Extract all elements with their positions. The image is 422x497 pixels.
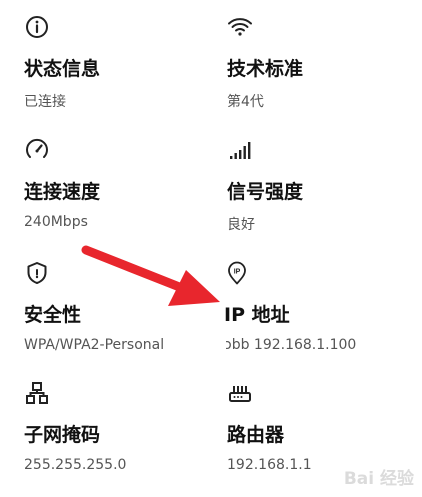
svg-text:IP: IP (234, 268, 241, 275)
status-info-value: 已连接 (24, 94, 66, 110)
security-title: 安全性 (24, 304, 82, 326)
tech-standard-title: 技术标准 (227, 58, 304, 80)
router-title: 路由器 (227, 424, 285, 446)
watermark-logo: Bai 经验 (343, 469, 414, 489)
location-pin-ip-icon: IP (224, 260, 250, 286)
signal-strength-item[interactable]: 信号强度 良好 (227, 137, 422, 253)
status-info-item[interactable]: 状态信息 已连接 (24, 14, 224, 130)
info-icon (24, 14, 50, 40)
status-info-title: 状态信息 (24, 58, 101, 80)
link-speed-value: 240Mbps (24, 214, 88, 230)
subnet-mask-title: 子网掩码 (24, 424, 101, 446)
link-speed-title: 连接速度 (24, 181, 101, 203)
tech-standard-value: 第4代 (227, 94, 264, 110)
router-icon (227, 380, 253, 406)
wifi-icon (227, 14, 253, 40)
network-nodes-icon (24, 380, 50, 406)
tech-standard-item[interactable]: 技术标准 第4代 (227, 14, 422, 130)
signal-strength-value: 良好 (227, 217, 255, 233)
link-speed-item[interactable]: 连接速度 240Mbps (24, 137, 224, 253)
subnet-mask-value: 255.255.255.0 (24, 457, 127, 473)
ip-address-item[interactable]: IP IP 地址 ɔbb 192.168.1.100 (224, 260, 422, 376)
signal-strength-title: 信号强度 (227, 181, 304, 203)
signal-bars-icon (227, 137, 253, 163)
security-item[interactable]: 安全性 WPA/WPA2-Personal (24, 260, 224, 376)
shield-icon (24, 260, 50, 286)
security-value: WPA/WPA2-Personal (24, 337, 165, 353)
router-value: 192.168.1.1 (227, 457, 312, 473)
speedometer-icon (24, 137, 50, 163)
subnet-mask-item[interactable]: 子网掩码 255.255.255.0 (24, 380, 224, 496)
ip-address-value: ɔbb 192.168.1.100 (224, 337, 357, 353)
ip-address-title: IP 地址 (224, 304, 290, 326)
